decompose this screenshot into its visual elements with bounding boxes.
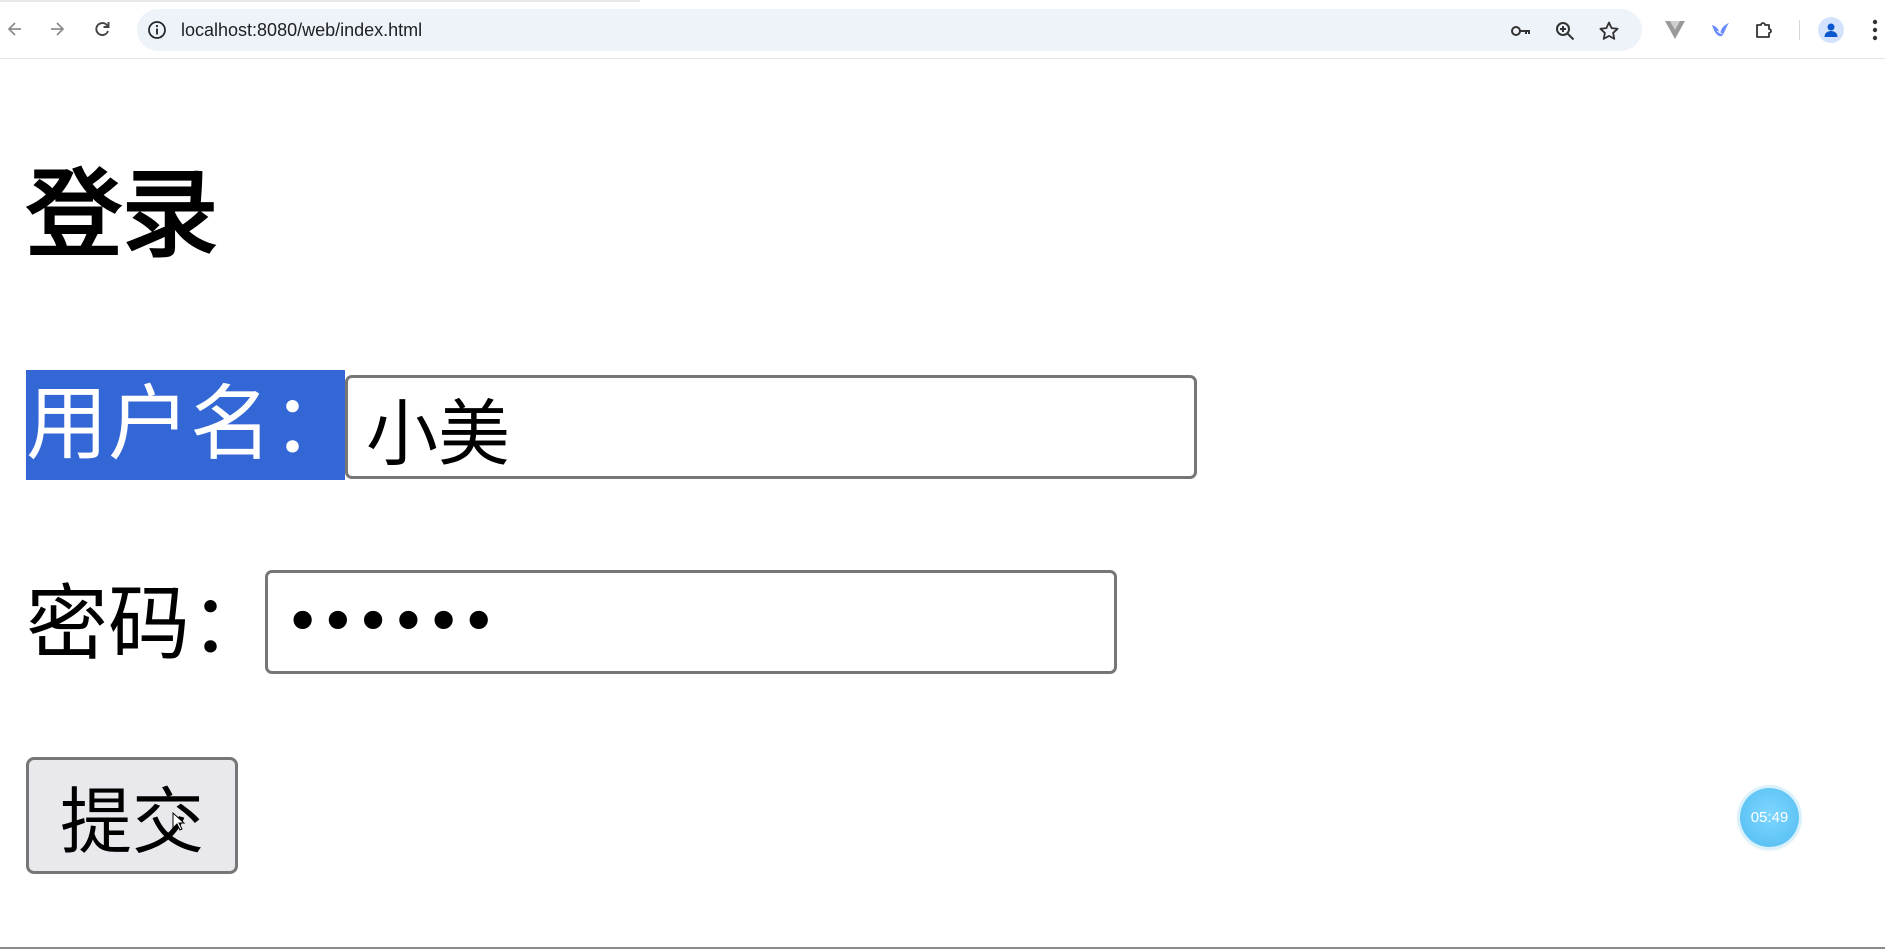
forward-button[interactable] xyxy=(42,14,72,44)
page-title: 登录 xyxy=(26,159,218,271)
star-icon xyxy=(1599,21,1619,40)
username-input[interactable]: 小美 xyxy=(345,375,1197,479)
browser-menu-button[interactable] xyxy=(1868,17,1882,43)
bird-extension[interactable] xyxy=(1707,17,1733,43)
site-info-button[interactable] xyxy=(146,19,168,41)
browser-toolbar: localhost:8080/web/index.html xyxy=(0,0,1885,59)
tab-strip-edge xyxy=(0,0,640,2)
password-manager-button[interactable] xyxy=(1509,19,1533,43)
back-button[interactable] xyxy=(0,14,30,44)
page-content: 登录 用户名： 小美 密码： •••••• 提交 05:49 xyxy=(0,60,1885,949)
password-input[interactable]: •••••• xyxy=(265,570,1117,674)
submit-button[interactable]: 提交 xyxy=(26,757,238,874)
reload-icon xyxy=(95,22,110,36)
vue-devtools-extension[interactable] xyxy=(1662,17,1688,43)
mouse-cursor-icon xyxy=(172,812,186,831)
toolbar-divider xyxy=(1799,20,1800,40)
person-icon xyxy=(1824,23,1838,37)
more-vert-icon xyxy=(1872,19,1878,41)
timer-badge[interactable]: 05:49 xyxy=(1740,788,1799,847)
info-icon xyxy=(148,21,166,39)
bookmark-button[interactable] xyxy=(1597,19,1621,43)
arrow-right-icon xyxy=(51,22,65,36)
key-icon xyxy=(1511,26,1530,36)
zoom-button[interactable] xyxy=(1553,19,1577,43)
profile-button[interactable] xyxy=(1818,17,1844,43)
puzzle-icon xyxy=(1756,22,1772,38)
password-label: 密码： xyxy=(26,577,273,672)
bird-icon xyxy=(1712,23,1729,37)
address-bar[interactable]: localhost:8080/web/index.html xyxy=(137,9,1642,51)
extensions-button[interactable] xyxy=(1752,17,1778,43)
username-label: 用户名： xyxy=(26,370,354,480)
zoom-in-icon xyxy=(1556,22,1575,41)
arrow-left-icon xyxy=(7,22,21,36)
reload-button[interactable] xyxy=(87,14,117,44)
url-text[interactable]: localhost:8080/web/index.html xyxy=(181,19,422,41)
vue-devtools-icon xyxy=(1665,21,1685,39)
